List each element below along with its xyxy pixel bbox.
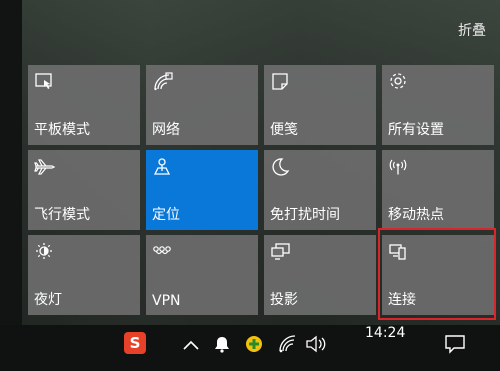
tablet-mode-icon (34, 71, 56, 93)
clock[interactable]: 14:24 (365, 325, 405, 341)
tile-project[interactable]: 投影 (264, 235, 376, 315)
tile-label: 夜灯 (34, 292, 62, 308)
tile-all-settings[interactable]: 所有设置 (382, 65, 494, 145)
tile-connect[interactable]: 连接 (382, 235, 494, 315)
gear-icon (388, 71, 410, 93)
action-center-icon[interactable] (444, 334, 466, 354)
moon-icon (270, 156, 292, 178)
tile-tablet-mode[interactable]: 平板模式 (28, 65, 140, 145)
project-icon (270, 241, 292, 263)
tile-label: 定位 (152, 207, 180, 223)
tile-quiet-hours[interactable]: 免打扰时间 (264, 150, 376, 230)
tile-label: VPN (152, 293, 181, 309)
vpn-icon (152, 241, 174, 263)
tile-label: 移动热点 (388, 207, 444, 223)
airplane-icon (34, 156, 56, 178)
tile-airplane-mode[interactable]: 飞行模式 (28, 150, 140, 230)
tile-label: 便笺 (270, 122, 298, 138)
brightness-icon (34, 241, 56, 263)
tile-location[interactable]: 定位 (146, 150, 258, 230)
volume-icon[interactable] (305, 335, 327, 353)
taskbar: S 14:24 (0, 325, 500, 371)
tile-label: 连接 (388, 292, 416, 308)
tile-night-light[interactable]: 夜灯 (28, 235, 140, 315)
tile-label: 免打扰时间 (270, 207, 340, 223)
chevron-up-icon[interactable] (182, 337, 200, 351)
bell-icon[interactable] (214, 335, 230, 353)
tile-label: 所有设置 (388, 122, 444, 138)
tile-label: 平板模式 (34, 122, 90, 138)
tile-label: 投影 (270, 292, 298, 308)
quick-actions-grid: 平板模式 网络 便笺 所有设置 飞行模式 定位 免打扰时间 移动热点 夜灯 VP… (28, 65, 494, 315)
hotspot-icon (388, 156, 410, 178)
connect-icon (388, 241, 410, 263)
security-app-icon[interactable] (244, 334, 264, 354)
note-icon (270, 71, 292, 93)
tile-label: 网络 (152, 122, 180, 138)
tile-mobile-hotspot[interactable]: 移动热点 (382, 150, 494, 230)
network-icon (152, 71, 174, 93)
location-icon (152, 156, 174, 178)
collapse-button[interactable]: 折叠 (458, 20, 486, 40)
wifi-icon[interactable] (279, 335, 299, 353)
window-edge (0, 0, 22, 325)
tile-label: 飞行模式 (34, 207, 90, 223)
tile-vpn[interactable]: VPN (146, 235, 258, 315)
sogou-ime-icon[interactable]: S (124, 332, 146, 354)
tile-note[interactable]: 便笺 (264, 65, 376, 145)
tile-network[interactable]: 网络 (146, 65, 258, 145)
